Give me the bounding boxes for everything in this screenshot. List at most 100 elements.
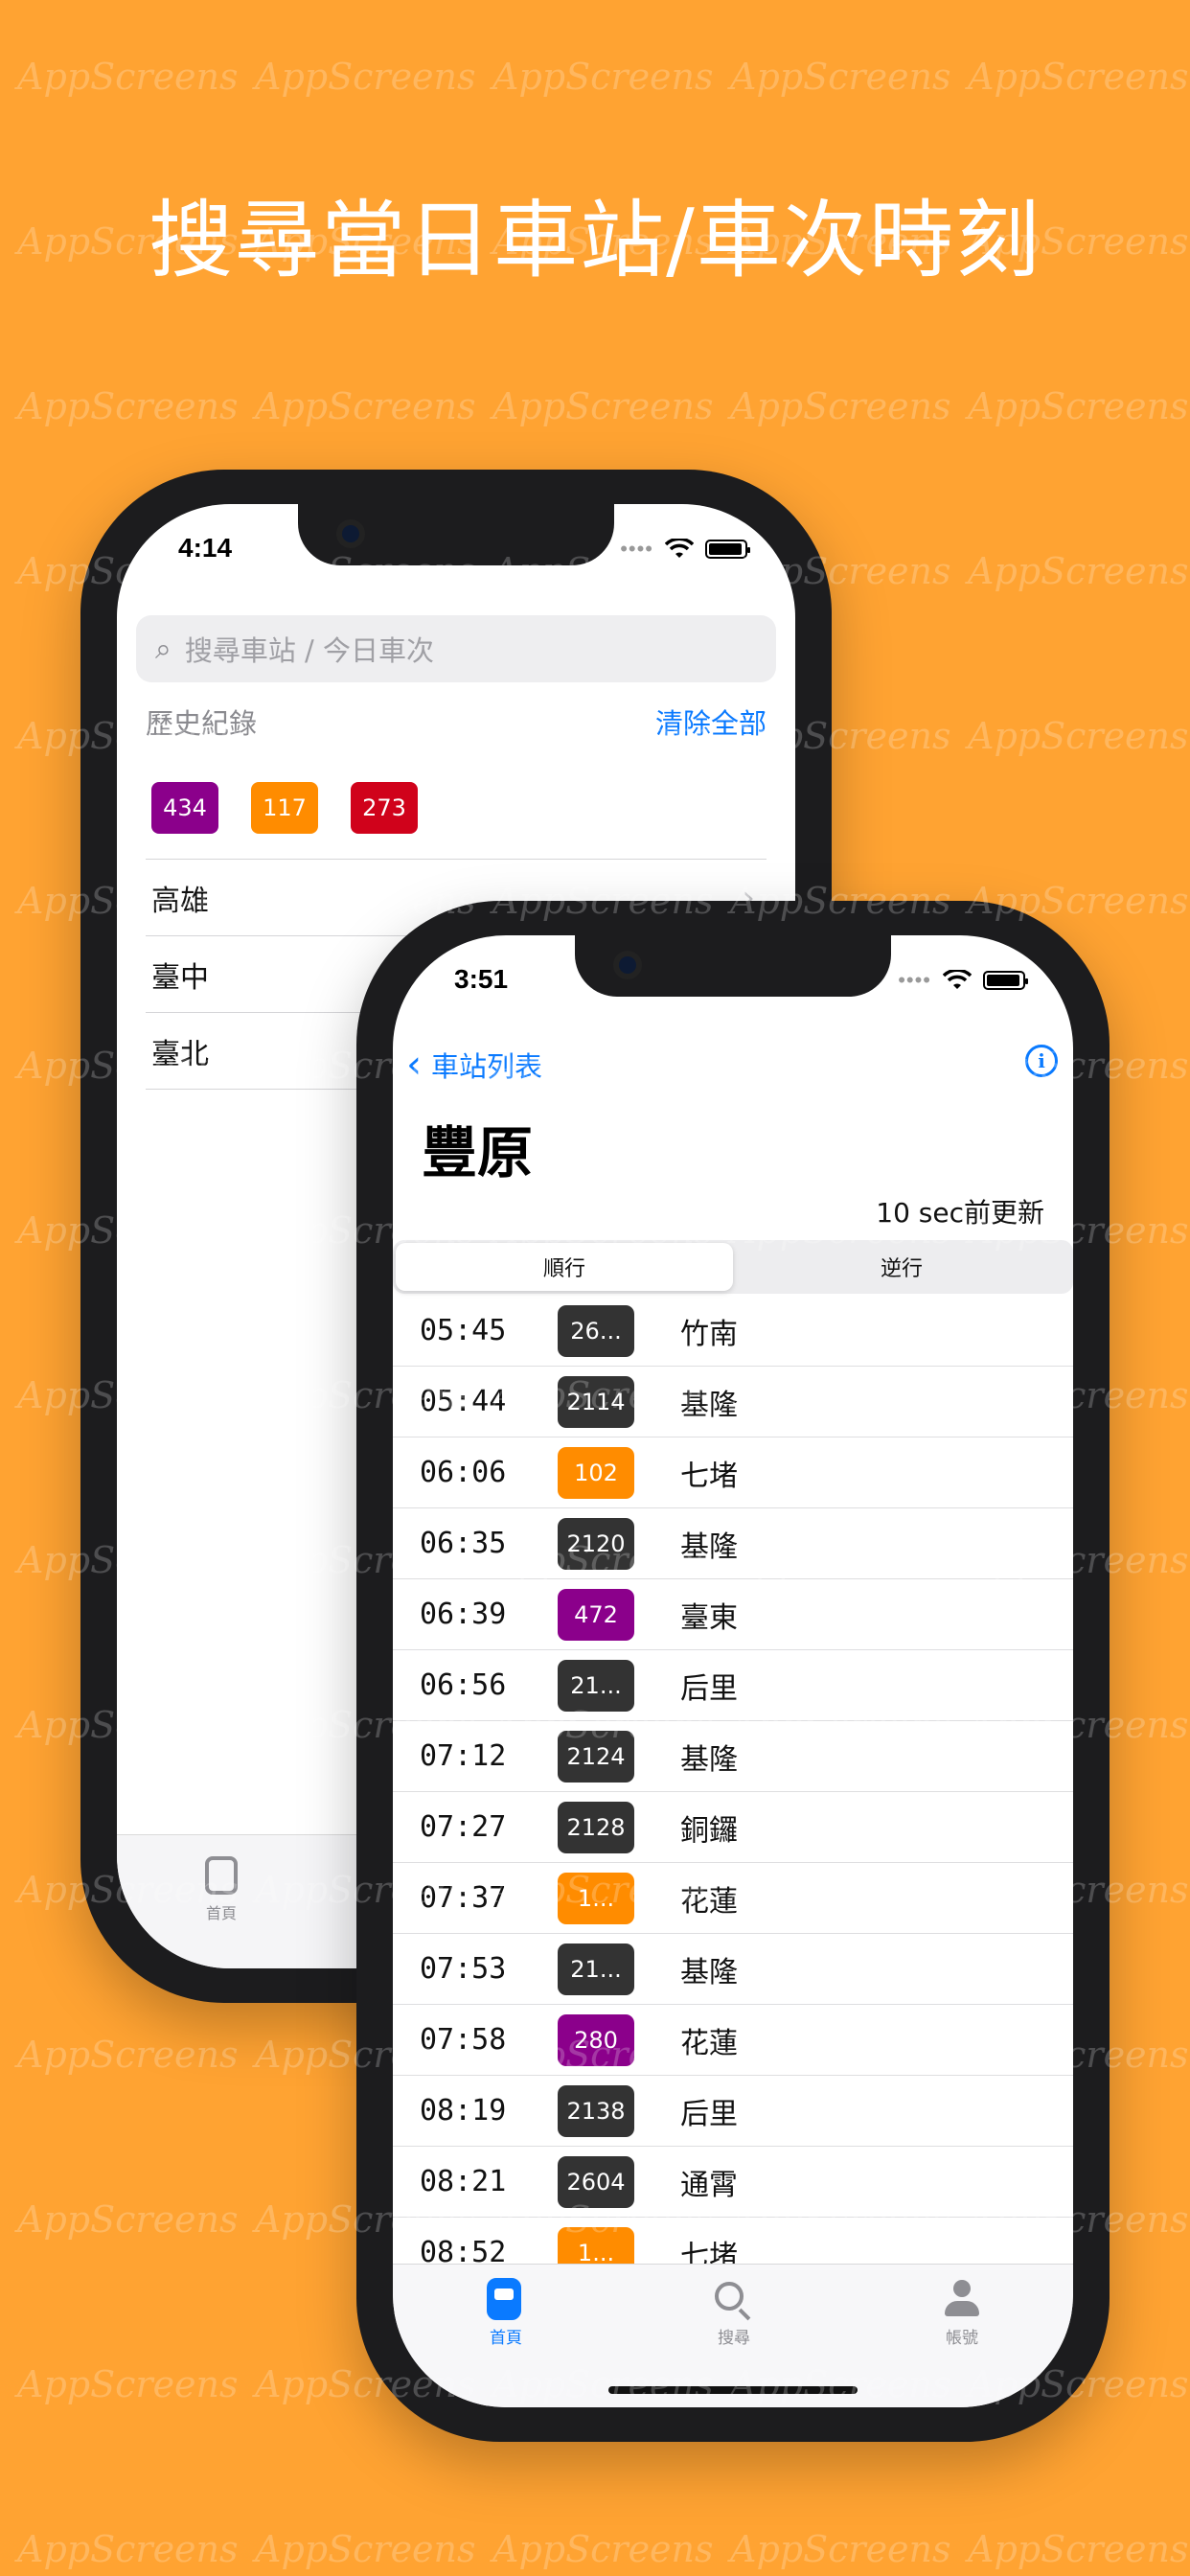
train-row[interactable]: 05:45 26... 竹南 <box>393 1296 1073 1367</box>
watermark: AppScreens <box>17 56 239 98</box>
tab-account-label: 帳號 <box>946 2329 978 2348</box>
back-label: 車站列表 <box>431 1050 543 1083</box>
status-time: 3:51 <box>454 964 509 994</box>
screen: 3:51 •••• ‹ 車站列表 i 豐原 10 sec前更新 順行 逆行 05… <box>393 935 1073 2407</box>
train-list: 05:45 26... 竹南 05:44 2114 基隆 06:06 102 七堵 06:35 21… <box>393 1296 1073 2288</box>
history-chip[interactable]: 434 <box>151 782 218 834</box>
watermark: AppScreens <box>17 2363 239 2405</box>
train-row[interactable]: 07:12 2124 基隆 <box>393 1721 1073 1792</box>
destination: 基隆 <box>680 1742 738 1777</box>
person-icon <box>943 2278 981 2318</box>
tab-home-label: 首頁 <box>205 1904 237 1922</box>
watermark: AppScreens <box>255 2528 476 2570</box>
destination: 花蓮 <box>680 2026 738 2060</box>
train-number-badge: 280 <box>558 2013 634 2066</box>
train-row[interactable]: 06:56 21... 后里 <box>393 1650 1073 1721</box>
history-chip[interactable]: 117 <box>251 782 318 834</box>
segment-reverse[interactable]: 逆行 <box>733 1243 1070 1291</box>
watermark: AppScreens <box>17 385 239 427</box>
train-row[interactable]: 08:21 2604 通霄 <box>393 2147 1073 2218</box>
train-number-badge: 21... <box>558 1659 634 1712</box>
train-row[interactable]: 08:19 2138 后里 <box>393 2076 1073 2147</box>
destination: 銅鑼 <box>680 1813 738 1848</box>
departure-time: 07:12 <box>420 1739 507 1773</box>
departure-time: 06:39 <box>420 1598 507 1631</box>
departure-time: 07:58 <box>420 2023 507 2057</box>
tab-bar: 首頁 搜尋 帳號 <box>393 2264 1073 2407</box>
history-chips: 434 117 273 <box>151 782 418 834</box>
tab-home[interactable]: 首頁 <box>458 2278 554 2348</box>
train-number-badge: 2124 <box>558 1730 634 1782</box>
departure-time: 07:37 <box>420 1881 507 1915</box>
station-title: 豐原 <box>422 1120 534 1185</box>
signal-icon: •••• <box>620 537 653 561</box>
train-number-badge: 26... <box>558 1304 634 1357</box>
history-chip[interactable]: 273 <box>351 782 418 834</box>
tab-search-label: 搜尋 <box>718 2329 750 2348</box>
train-number-badge: 102 <box>558 1446 634 1499</box>
train-row[interactable]: 07:58 280 花蓮 <box>393 2005 1073 2076</box>
watermark: AppScreens <box>492 385 714 427</box>
search-input[interactable]: ⌕ 搜尋車站 / 今日車次 <box>136 615 776 682</box>
status-time: 4:14 <box>178 533 233 563</box>
battery-icon <box>983 971 1028 990</box>
destination: 后里 <box>680 1671 738 1706</box>
history-label: 歷史紀錄 <box>146 707 258 740</box>
train-row[interactable]: 07:37 1... 花蓮 <box>393 1863 1073 1934</box>
train-number-badge: 21... <box>558 1943 634 1995</box>
departure-time: 06:56 <box>420 1668 507 1702</box>
info-icon[interactable]: i <box>1025 1045 1058 1077</box>
destination: 基隆 <box>680 1388 738 1422</box>
search-icon <box>715 2282 744 2311</box>
train-row[interactable]: 05:44 2114 基隆 <box>393 1367 1073 1438</box>
search-placeholder: 搜尋車站 / 今日車次 <box>184 634 435 667</box>
watermark: AppScreens <box>730 385 951 427</box>
segment-forward[interactable]: 順行 <box>396 1243 733 1291</box>
departure-time: 08:21 <box>420 2165 507 2198</box>
signal-icon: •••• <box>898 968 931 992</box>
watermark: AppScreens <box>17 2034 239 2076</box>
train-number-badge: 1... <box>558 1872 634 1924</box>
station-name: 臺中 <box>151 960 209 995</box>
tab-account[interactable]: 帳號 <box>914 2278 1010 2348</box>
station-name: 高雄 <box>151 884 209 918</box>
station-name: 臺北 <box>151 1037 209 1071</box>
train-row[interactable]: 07:27 2128 銅鑼 <box>393 1792 1073 1863</box>
watermark: AppScreens <box>968 2528 1189 2570</box>
phone-station-screen: 3:51 •••• ‹ 車站列表 i 豐原 10 sec前更新 順行 逆行 05… <box>356 901 1110 2442</box>
destination: 七堵 <box>680 1459 738 1493</box>
notch <box>298 504 614 565</box>
train-number-badge: 2604 <box>558 2155 634 2208</box>
promo-headline: 搜尋當日車站/車次時刻 <box>149 191 1041 289</box>
train-number-badge: 2128 <box>558 1801 634 1853</box>
departure-time: 06:06 <box>420 1456 507 1489</box>
watermark: AppScreens <box>492 56 714 98</box>
back-button[interactable]: ‹ 車站列表 <box>406 1045 542 1085</box>
destination: 后里 <box>680 2097 738 2131</box>
train-number-badge: 2114 <box>558 1375 634 1428</box>
tab-home-label: 首頁 <box>490 2329 522 2348</box>
train-row[interactable]: 06:35 2120 基隆 <box>393 1508 1073 1579</box>
departure-time: 07:53 <box>420 1952 507 1986</box>
destination: 基隆 <box>680 1955 738 1990</box>
nav-bar: ‹ 車站列表 i <box>393 1037 1073 1094</box>
train-row[interactable]: 07:53 21... 基隆 <box>393 1934 1073 2005</box>
destination: 通霄 <box>680 2168 738 2202</box>
search-icon: ⌕ <box>155 632 172 666</box>
departure-time: 08:19 <box>420 2094 507 2128</box>
departure-time: 05:45 <box>420 1314 507 1347</box>
watermark: AppScreens <box>730 2528 951 2570</box>
train-row[interactable]: 06:39 472 臺東 <box>393 1579 1073 1650</box>
direction-segmented-control: 順行 逆行 <box>393 1240 1073 1294</box>
destination: 臺東 <box>680 1600 738 1635</box>
tab-home[interactable]: 首頁 <box>205 1856 238 1923</box>
watermark: AppScreens <box>730 56 951 98</box>
tab-search[interactable]: 搜尋 <box>686 2278 782 2348</box>
updated-time: 10 sec前更新 <box>876 1197 1044 1229</box>
watermark: AppScreens <box>255 385 476 427</box>
battery-icon <box>705 540 750 559</box>
watermark: AppScreens <box>255 56 476 98</box>
clear-all-button[interactable]: 清除全部 <box>655 702 767 742</box>
chevron-left-icon: ‹ <box>406 1043 422 1087</box>
train-row[interactable]: 06:06 102 七堵 <box>393 1438 1073 1508</box>
